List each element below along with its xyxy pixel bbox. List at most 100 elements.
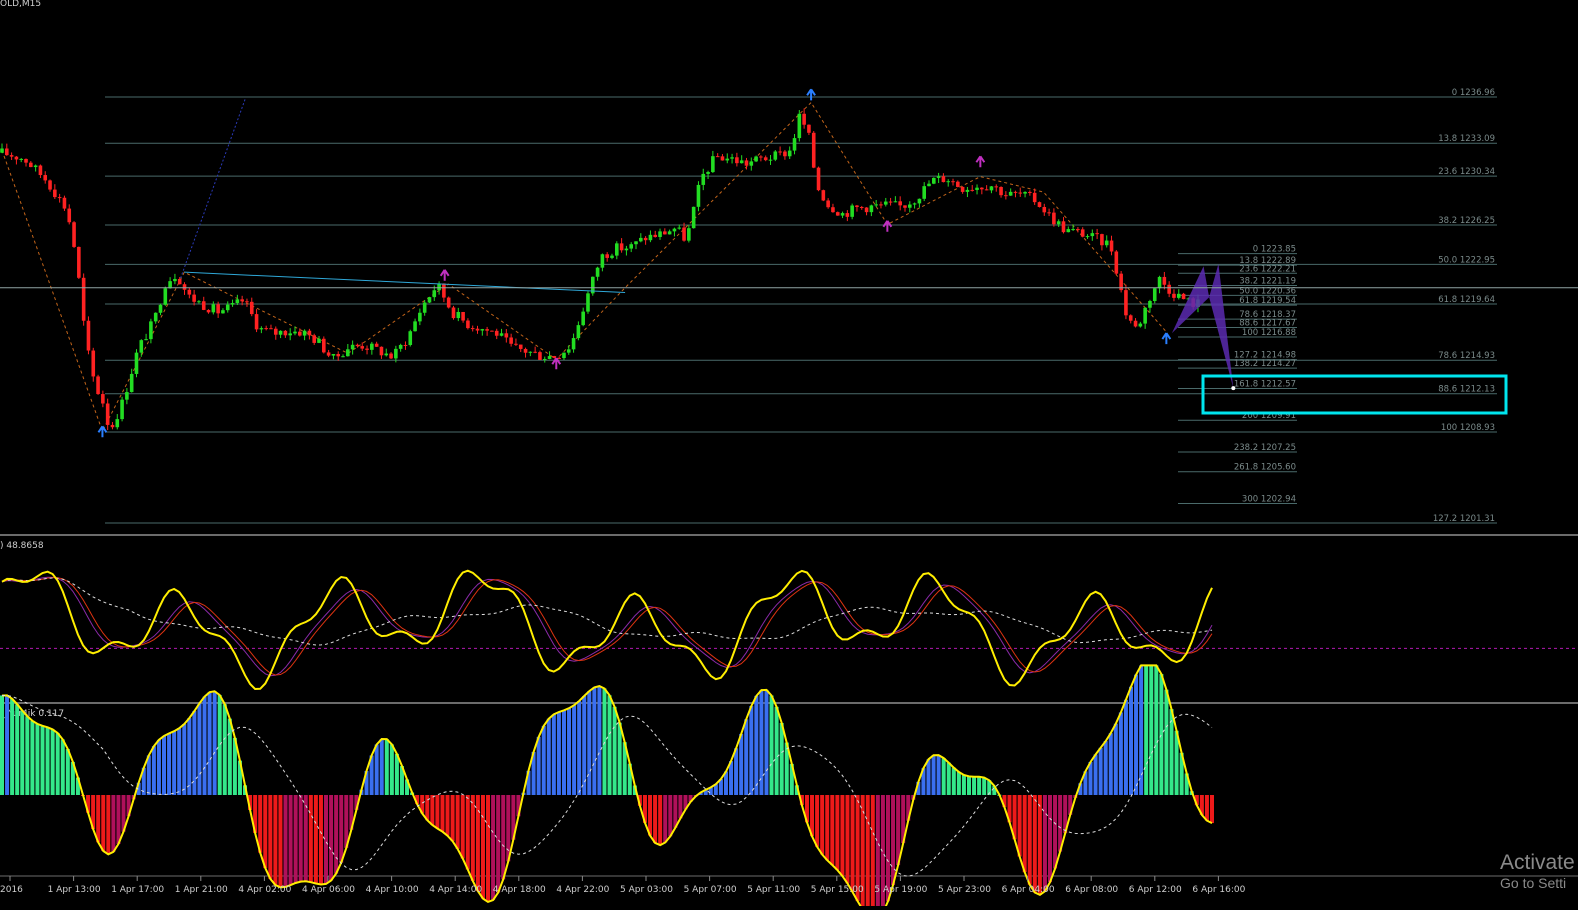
histogram-bar — [96, 795, 101, 843]
fib-label: 100 1208.93 — [1441, 423, 1495, 433]
candle-body — [932, 177, 936, 184]
candle-body — [1090, 233, 1095, 237]
candle-body — [1037, 202, 1042, 207]
candle-body — [735, 157, 739, 164]
time-tick-label: 6 Apr 12:00 — [1129, 885, 1182, 895]
histogram-bar — [1154, 665, 1159, 795]
time-tick-label: 5 Apr 23:00 — [938, 885, 991, 895]
histogram-bar — [1123, 699, 1128, 795]
candle-body — [816, 167, 821, 191]
histogram-bar — [313, 795, 318, 884]
histogram-bar — [10, 698, 15, 795]
candle-body — [893, 201, 898, 203]
chart-svg: OLD,M15 ) 48.8658 r_Yur4ik 0.117 0 1236.… — [0, 0, 1578, 910]
histogram-bar — [825, 795, 830, 861]
candle-body — [725, 158, 730, 161]
candle-body — [667, 231, 672, 235]
time-tick-label: 4 Apr 18:00 — [493, 885, 546, 895]
candle-body — [398, 344, 403, 349]
histogram-bar — [546, 718, 551, 795]
histogram-bar — [435, 795, 440, 829]
candle-body — [38, 165, 43, 176]
candle-body — [840, 213, 845, 216]
time-tick-label: 2016 — [0, 885, 23, 895]
histogram-bar — [288, 795, 293, 886]
candle-body — [418, 312, 422, 322]
candle-body — [802, 113, 806, 125]
candle-body — [374, 343, 379, 347]
fib-inner-label: 161.8 1212.57 — [1234, 379, 1296, 389]
histogram-bar — [749, 706, 754, 795]
histogram-bar — [653, 795, 658, 843]
candle-body — [221, 310, 225, 314]
candle-body — [1128, 315, 1133, 321]
candle-body — [1109, 240, 1114, 252]
candle-body — [355, 344, 360, 347]
candle-body — [768, 159, 773, 161]
time-tick-label: 5 Apr 07:00 — [684, 885, 737, 895]
time-tick-label: 4 Apr 14:00 — [429, 885, 482, 895]
candle-body — [514, 343, 518, 345]
histogram-bar — [324, 795, 329, 884]
candle-body — [874, 204, 878, 206]
candle-body — [1076, 229, 1080, 231]
candle-body — [663, 231, 667, 235]
histogram-bar — [1128, 686, 1133, 795]
candle-body — [744, 160, 749, 166]
histogram-bar — [202, 696, 207, 795]
candle-body — [682, 227, 686, 241]
candle-body — [494, 330, 499, 336]
histogram-bar — [1017, 795, 1022, 857]
histogram-bar — [480, 795, 485, 899]
histogram-bar — [389, 744, 394, 795]
candle-body — [970, 189, 975, 191]
time-tick-label: 5 Apr 15:00 — [811, 885, 864, 895]
histogram-bar — [222, 704, 227, 795]
candle-body — [552, 356, 557, 358]
fib-label: 38.2 1226.25 — [1438, 216, 1495, 226]
candle-body — [394, 348, 398, 359]
candle-body — [456, 311, 461, 319]
candle-body — [475, 328, 480, 331]
candle-body — [187, 289, 192, 295]
candle-body — [105, 403, 110, 425]
candle-body — [523, 348, 528, 353]
candle-body — [557, 357, 561, 359]
histogram-bar — [551, 714, 556, 795]
pattern-point-d — [1231, 386, 1236, 391]
fib-inner-label: 0 1223.85 — [1253, 245, 1296, 255]
candle-body — [528, 351, 533, 353]
candle-body — [302, 330, 307, 336]
histogram-bar — [577, 700, 582, 795]
candle-body — [254, 314, 259, 330]
candle-body — [163, 288, 168, 305]
candle-body — [773, 151, 778, 160]
candle-body — [941, 176, 946, 183]
histogram-bar — [35, 723, 40, 795]
candle-body — [763, 157, 768, 161]
candle-body — [480, 329, 485, 331]
histogram-bar — [455, 795, 460, 849]
histogram-bar — [156, 739, 161, 795]
candle-body — [504, 333, 509, 338]
candle-body — [182, 284, 187, 290]
candle-body — [797, 113, 802, 139]
candle-body — [1023, 191, 1027, 194]
candle-body — [466, 320, 470, 329]
histogram-bar — [865, 795, 870, 910]
histogram-bar — [1144, 665, 1149, 795]
candle-body — [283, 330, 288, 336]
candle-body — [1052, 212, 1056, 225]
candle-body — [1018, 192, 1023, 194]
candle-body — [365, 348, 369, 350]
candle-body — [653, 234, 658, 237]
histogram-bar — [931, 755, 936, 795]
candle-body — [91, 350, 96, 377]
candle-body — [211, 304, 216, 313]
histogram-bar — [197, 703, 202, 795]
histogram-bar — [961, 774, 966, 795]
candle-body — [658, 231, 662, 237]
histogram-bar — [268, 795, 273, 879]
candle-body — [639, 237, 643, 242]
time-tick-label: 1 Apr 17:00 — [111, 885, 164, 895]
